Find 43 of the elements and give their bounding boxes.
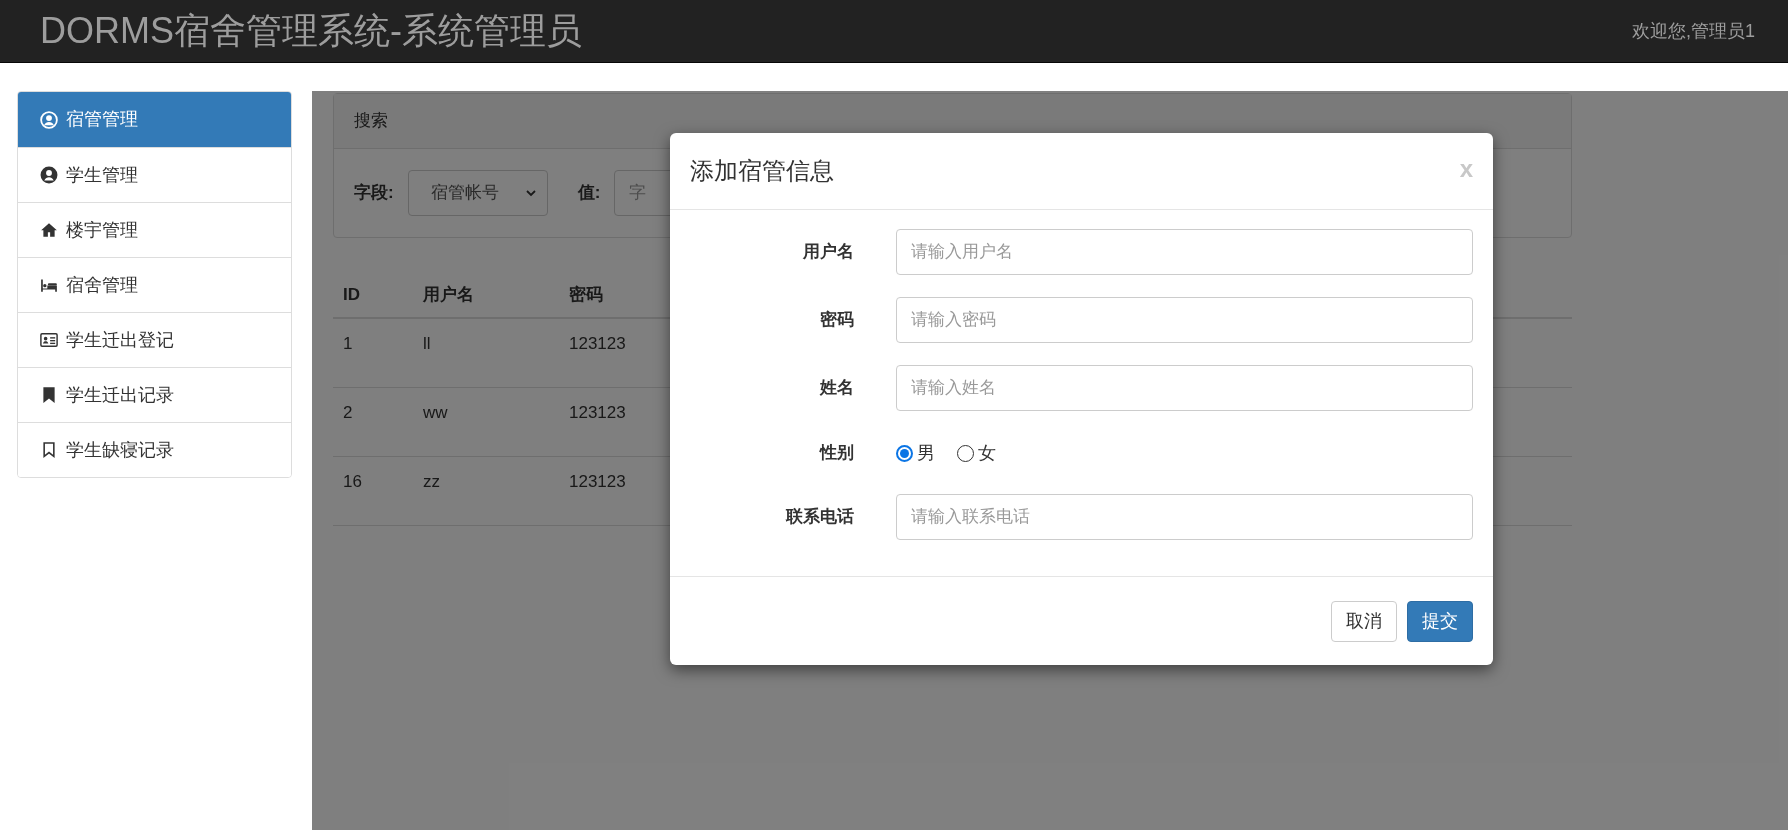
text-field[interactable]: 请输入姓名 xyxy=(896,365,1473,411)
table-cell: 16 xyxy=(343,471,362,491)
radio-option[interactable]: 男 xyxy=(896,439,935,467)
text-field[interactable]: 请输入联系电话 xyxy=(896,494,1473,540)
submit-button[interactable]: 提交 xyxy=(1407,600,1473,642)
form-label: 用户名 xyxy=(802,241,854,264)
radio-option[interactable]: 女 xyxy=(957,439,996,467)
welcome-text: 欢迎您,管理员1 xyxy=(1632,19,1755,43)
bookmark-icon xyxy=(40,386,58,404)
sidebar-item[interactable]: 宿管管理 xyxy=(18,92,291,147)
id-card-icon xyxy=(40,331,58,349)
form-label: 密码 xyxy=(819,309,854,332)
form-label: 联系电话 xyxy=(784,506,854,529)
app-title: DORMS宿舍管理系统-系统管理员 xyxy=(40,9,582,53)
form-label: 姓名 xyxy=(818,377,854,400)
field-label: 字段: xyxy=(354,182,394,205)
table-cell: 123123 xyxy=(569,471,626,491)
bookmark-icon xyxy=(40,441,58,459)
column-header: 密码 xyxy=(569,284,603,304)
modal-title: 添加宿管信息 xyxy=(690,156,834,186)
user-circle-icon xyxy=(40,166,58,184)
value-label: 值: xyxy=(577,182,601,205)
table-cell: 123123 xyxy=(569,402,626,422)
table-cell: ll xyxy=(423,334,431,353)
table-cell: 2 xyxy=(343,402,353,422)
text-field[interactable]: 请输入用户名 xyxy=(896,229,1473,275)
form-label: 性别 xyxy=(818,442,854,465)
field-select[interactable]: 宿管帐号 xyxy=(407,170,548,216)
panel-title: 搜索 xyxy=(354,110,388,133)
table-cell: 1 xyxy=(343,334,353,353)
column-header: ID xyxy=(343,284,360,304)
caret-icon xyxy=(524,187,537,199)
table-cell: ww xyxy=(423,402,448,422)
table-cell: zz xyxy=(423,471,440,491)
home-icon xyxy=(40,221,58,239)
bed-icon xyxy=(40,276,58,294)
text-field[interactable]: 请输入密码 xyxy=(896,297,1473,343)
user-circle-icon xyxy=(40,110,58,129)
sidebar-item[interactable]: 学生缺寝记录 xyxy=(18,422,291,477)
table-cell: 123123 xyxy=(569,334,626,353)
column-header: 用户名 xyxy=(423,284,474,304)
radio-button[interactable] xyxy=(896,444,913,462)
cancel-button[interactable]: 取消 xyxy=(1331,600,1397,642)
